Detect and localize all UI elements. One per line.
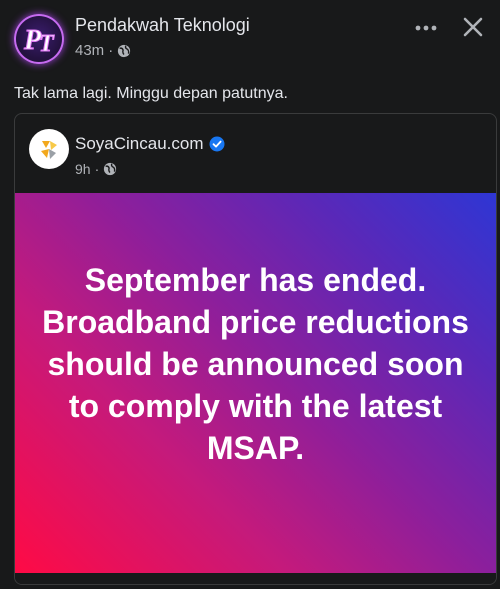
verified-badge-icon [209, 136, 225, 152]
globe-icon[interactable] [103, 162, 117, 176]
author-logo: P T [23, 25, 56, 58]
shared-post-meta: 9h · [75, 161, 117, 177]
shared-post-card[interactable]: SoyaCincau.com 9h · September has ended.… [14, 113, 497, 585]
graphic-headline: September has ended. Broadband price red… [42, 262, 469, 466]
post-header: P T Pendakwah Teknologi 43m · [14, 12, 486, 64]
post-text: Tak lama lagi. Minggu depan patutnya. [14, 85, 288, 102]
shared-meta-separator: · [94, 161, 100, 177]
shared-post-time[interactable]: 9h [75, 161, 91, 177]
author-name[interactable]: Pendakwah Teknologi [75, 15, 250, 36]
post-time[interactable]: 43m [75, 42, 104, 59]
shared-post-header: SoyaCincau.com 9h · [15, 114, 496, 192]
source-avatar[interactable] [29, 129, 69, 169]
svg-text:T: T [39, 31, 55, 57]
more-horizontal-icon[interactable] [414, 20, 438, 36]
shared-post-graphic[interactable]: September has ended. Broadband price red… [15, 193, 496, 573]
source-name-text[interactable]: SoyaCincau.com [75, 134, 204, 154]
author-avatar[interactable]: P T [14, 14, 64, 64]
source-name[interactable]: SoyaCincau.com [75, 134, 225, 154]
post-meta: 43m · [75, 42, 131, 59]
globe-icon[interactable] [117, 44, 131, 58]
card-footer [15, 573, 496, 584]
soyacincau-logo [41, 141, 57, 159]
close-icon[interactable] [462, 16, 484, 38]
meta-separator: · [108, 42, 114, 59]
